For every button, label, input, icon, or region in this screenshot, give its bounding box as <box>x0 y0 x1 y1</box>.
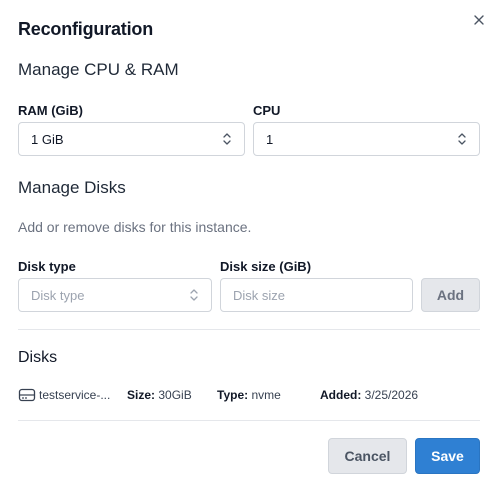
chevron-up-down-icon <box>458 133 466 145</box>
disk-size-value: 30GiB <box>158 388 192 402</box>
disk-size-key: Size: <box>127 388 156 402</box>
disk-type-placeholder: Disk type <box>31 287 85 303</box>
add-disk-button[interactable]: Add <box>421 278 480 312</box>
disk-added-value: 3/25/2026 <box>364 388 419 402</box>
cancel-button[interactable]: Cancel <box>328 438 407 474</box>
manage-disks-heading: Manage Disks <box>18 178 126 197</box>
ram-select[interactable]: 1 GiB <box>18 122 245 156</box>
disk-type-value: nvme <box>251 388 281 402</box>
cpu-label: CPU <box>253 103 281 118</box>
cpu-value: 1 <box>266 131 274 147</box>
chevron-up-down-icon <box>190 289 198 301</box>
ram-label: RAM (GiB) <box>18 103 83 118</box>
disk-type-key: Type: <box>217 388 249 402</box>
disk-type-label: Disk type <box>18 259 76 274</box>
reconfiguration-dialog: Reconfiguration Manage CPU & RAM RAM (Gi… <box>0 0 500 493</box>
disk-type-select[interactable]: Disk type <box>18 278 212 312</box>
hard-drive-icon <box>18 388 36 402</box>
disk-list-item: testservice-... Size: 30GiB Type: nvme A… <box>18 386 480 406</box>
manage-disks-description: Add or remove disks for this instance. <box>18 219 252 235</box>
disk-name: testservice-... <box>39 388 111 402</box>
ram-value: 1 GiB <box>31 131 64 147</box>
disks-heading: Disks <box>18 349 58 366</box>
disk-size-input[interactable]: Disk size <box>220 278 413 312</box>
divider <box>18 329 480 330</box>
disk-added-key: Added: <box>320 388 362 402</box>
save-button[interactable]: Save <box>415 438 480 474</box>
divider <box>18 420 480 421</box>
cpu-select[interactable]: 1 <box>253 122 480 156</box>
cpu-ram-heading: Manage CPU & RAM <box>18 60 179 79</box>
chevron-up-down-icon <box>223 133 231 145</box>
dialog-title: Reconfiguration <box>18 19 153 39</box>
disk-size-placeholder: Disk size <box>233 287 286 303</box>
close-icon[interactable] <box>472 13 486 27</box>
disk-size-label: Disk size (GiB) <box>220 259 312 274</box>
